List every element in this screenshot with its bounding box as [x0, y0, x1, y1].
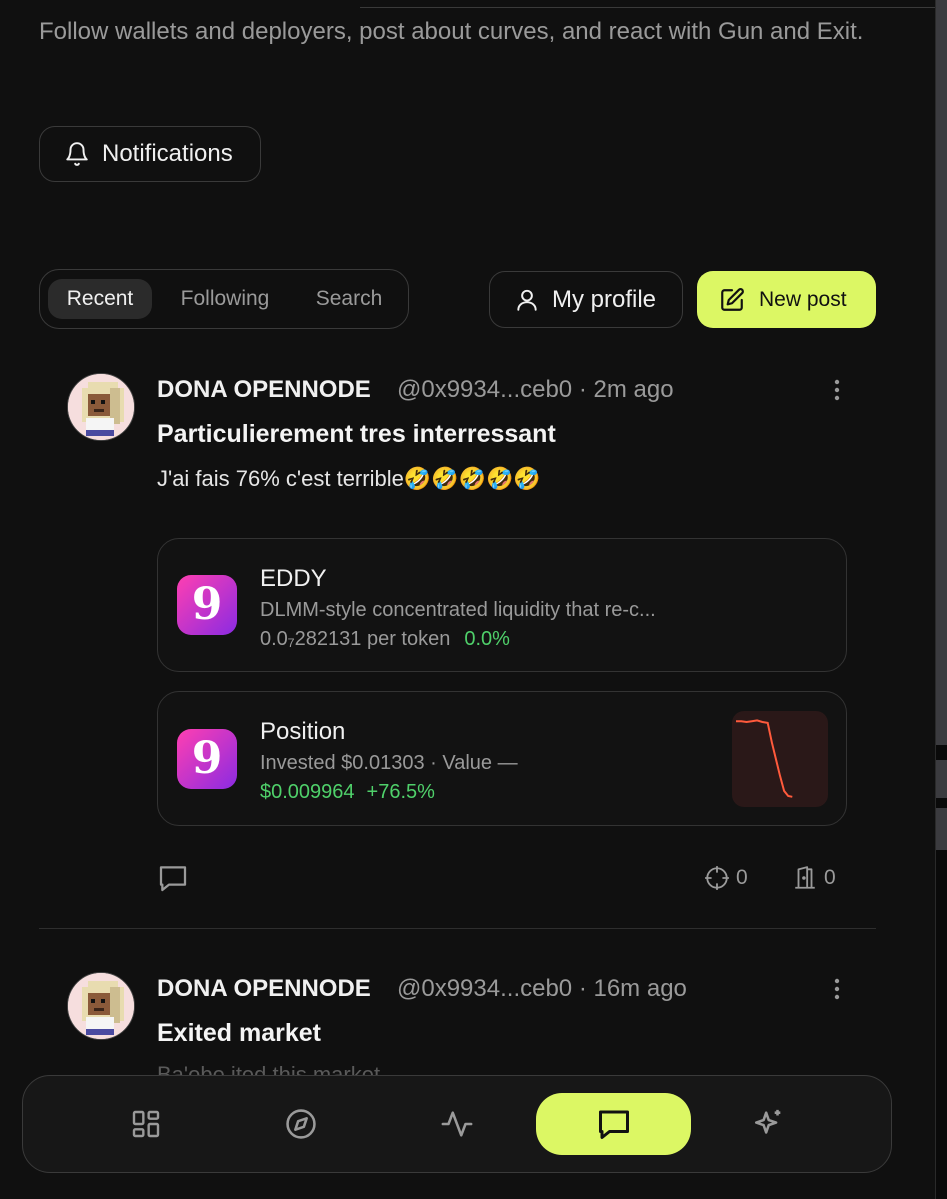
position-card[interactable]: 9 Position Invested $0.01303 · Value — $…	[157, 691, 847, 826]
token-price-row: 0.0₇282131 per token 0.0%	[260, 628, 510, 651]
token-logo-icon: 9	[177, 575, 237, 635]
new-post-label: New post	[759, 287, 847, 311]
sparkline-chart	[736, 719, 793, 798]
position-value: $0.009964	[260, 781, 355, 803]
tab-recent[interactable]: Recent	[48, 279, 152, 319]
token-logo-glyph: 9	[191, 579, 223, 630]
pixel-avatar-icon	[68, 374, 134, 440]
sparkline-line	[736, 719, 793, 798]
notifications-button[interactable]: Notifications	[39, 126, 261, 182]
tab-search[interactable]: Search	[298, 279, 400, 319]
post-body: J'ai fais 76% c'est terrible🤣🤣🤣🤣🤣	[157, 466, 541, 491]
gun-count: 0	[736, 866, 748, 889]
token-logo-icon: 9	[177, 729, 237, 789]
user-icon	[517, 289, 537, 311]
token-card[interactable]: 9 EDDY DLMM-style concentrated liquidity…	[157, 538, 847, 672]
exit-count: 0	[824, 866, 836, 889]
pixel-avatar-icon	[68, 973, 134, 1039]
nav-explore[interactable]	[275, 1098, 327, 1150]
position-value-row: $0.009964 +76.5%	[260, 781, 435, 804]
gun-crosshair-icon[interactable]	[704, 865, 730, 891]
bell-icon	[66, 142, 88, 166]
more-options-icon[interactable]	[825, 378, 849, 402]
bottom-nav	[22, 1075, 892, 1173]
post-handle-text[interactable]: @0x9934...ceb0	[397, 376, 572, 403]
post-time: · 16m ago	[578, 975, 687, 1002]
my-profile-button[interactable]: My profile	[489, 271, 683, 328]
post-author[interactable]: DONA OPENNODE	[157, 975, 371, 1003]
compass-icon	[286, 1109, 316, 1139]
intro-text: Follow wallets and deployers, post about…	[39, 18, 864, 45]
post-time: · 2m ago	[578, 376, 674, 403]
nav-feed[interactable]	[536, 1093, 691, 1155]
activity-pulse-icon	[441, 1111, 473, 1137]
post-divider	[39, 928, 876, 929]
notifications-label: Notifications	[102, 140, 233, 167]
position-sparkline	[732, 711, 828, 807]
position-pnl: +76.5%	[366, 781, 435, 803]
post-handle: @0x9934...ceb0 · 16m ago	[397, 975, 687, 1003]
sparkles-icon	[754, 1109, 781, 1134]
token-name: EDDY	[260, 565, 327, 592]
post-handle-text[interactable]: @0x9934...ceb0	[397, 975, 572, 1002]
position-title: Position	[260, 718, 346, 745]
post-title: Particulierement tres interressant	[157, 420, 556, 448]
more-options-icon[interactable]	[825, 977, 849, 1001]
token-description: DLMM-style concentrated liquidity that r…	[260, 599, 656, 621]
token-logo-glyph: 9	[191, 733, 223, 784]
token-price: 0.0₇282131 per token	[260, 628, 451, 650]
exit-door-icon[interactable]	[792, 865, 818, 891]
nav-ai[interactable]	[743, 1098, 795, 1150]
nav-dashboard[interactable]	[120, 1098, 172, 1150]
new-post-button[interactable]: New post	[697, 271, 876, 328]
avatar[interactable]	[67, 972, 135, 1040]
chat-bubble-icon	[598, 1110, 629, 1139]
window-scrollbar[interactable]	[935, 0, 947, 1199]
token-change: 0.0%	[464, 628, 510, 650]
nav-activity[interactable]	[431, 1098, 483, 1150]
comment-icon[interactable]	[157, 862, 189, 894]
edit-square-icon	[721, 287, 744, 311]
my-profile-label: My profile	[552, 285, 657, 313]
position-invested: Invested $0.01303 · Value —	[260, 752, 518, 774]
dashboard-grid-icon	[132, 1110, 160, 1138]
avatar[interactable]	[67, 373, 135, 441]
feed-tabs: Recent Following Search	[39, 269, 409, 329]
post-author[interactable]: DONA OPENNODE	[157, 376, 371, 404]
post-handle: @0x9934...ceb0 · 2m ago	[397, 376, 674, 404]
tab-following[interactable]: Following	[162, 279, 288, 319]
post-title: Exited market	[157, 1019, 321, 1047]
top-edge	[0, 0, 947, 9]
